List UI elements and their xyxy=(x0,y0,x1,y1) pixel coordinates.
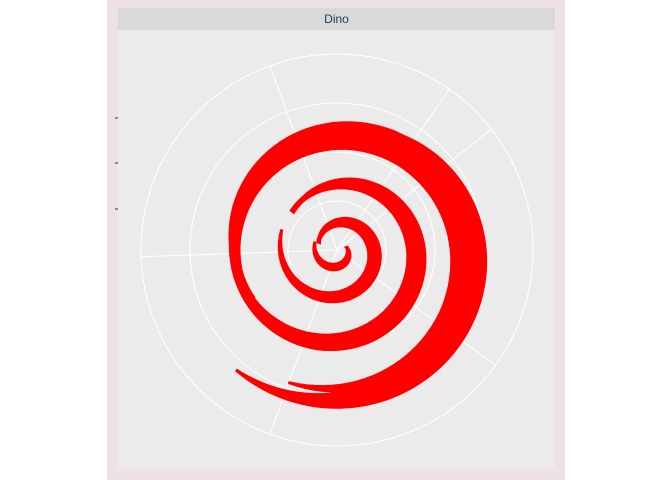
spiral-arm-1 xyxy=(312,240,352,272)
y-axis-ticks xyxy=(115,117,118,210)
spiral-arm-2 xyxy=(277,216,382,304)
polar-chart xyxy=(115,53,534,447)
